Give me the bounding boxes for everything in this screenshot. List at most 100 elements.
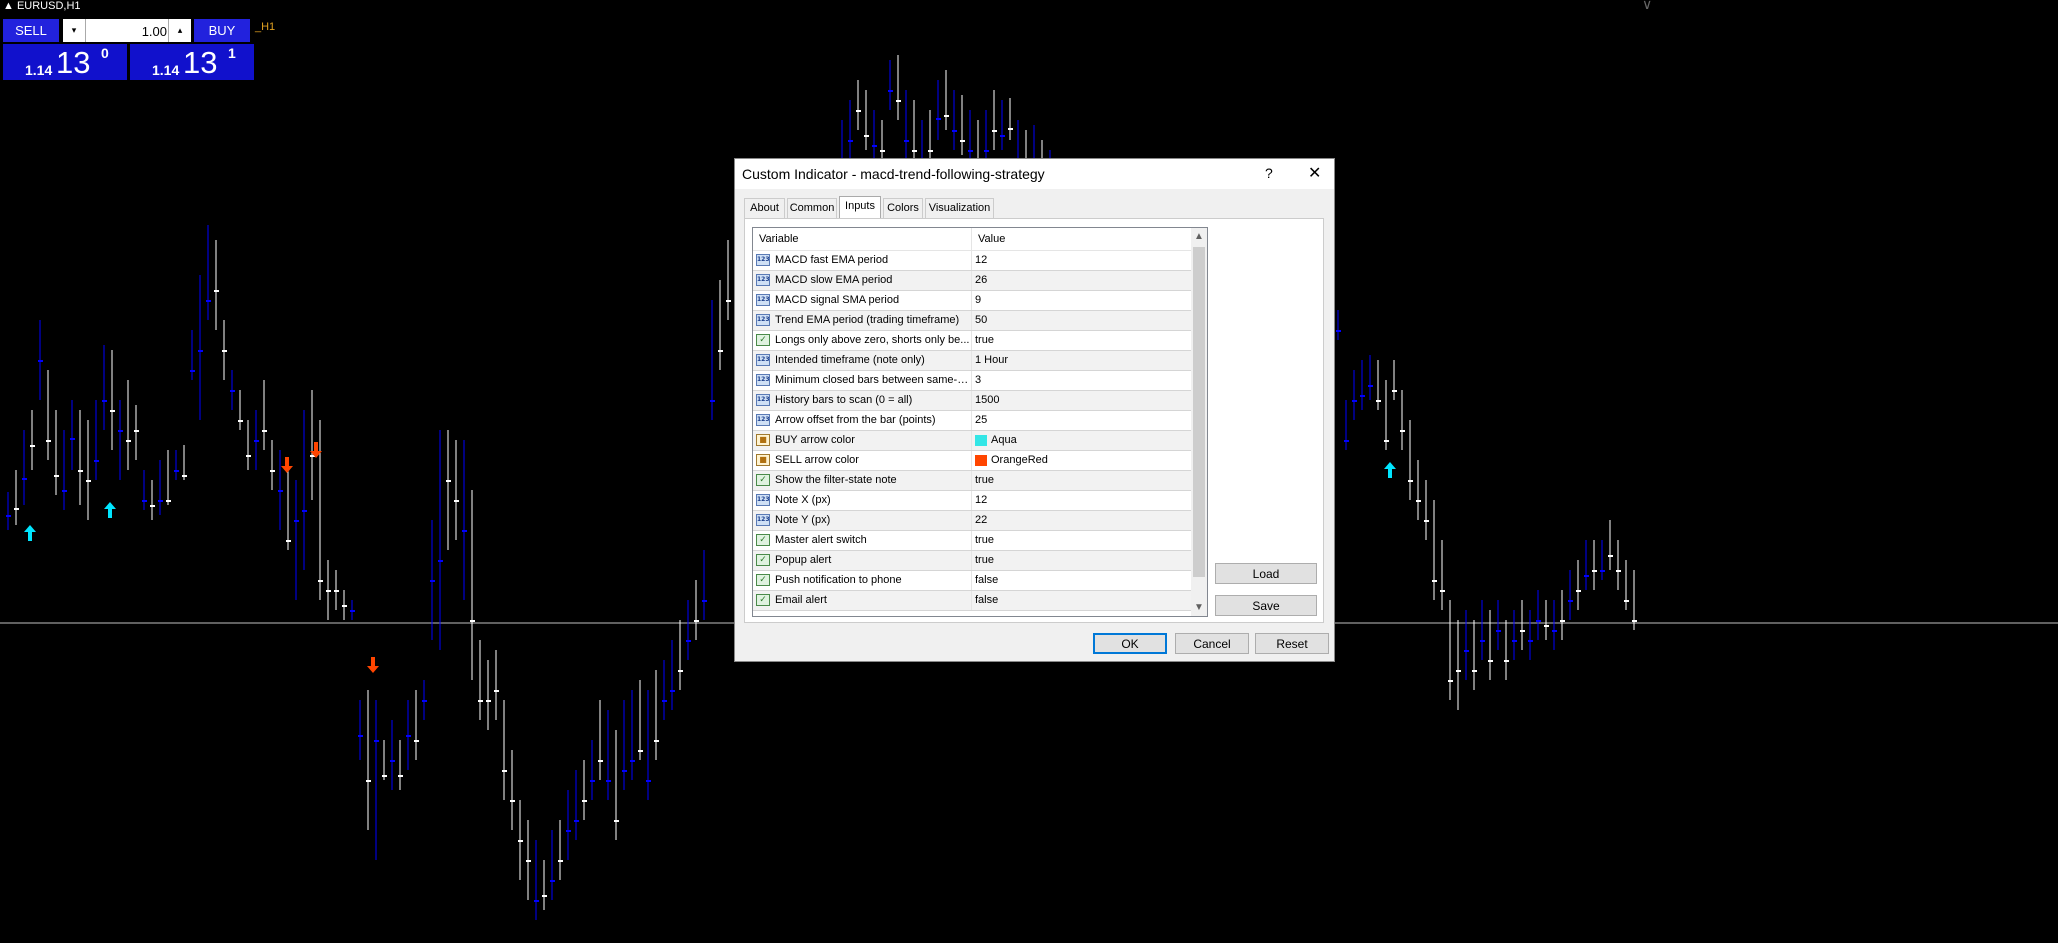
buy-button[interactable]: BUY: [194, 19, 250, 42]
input-row[interactable]: 123 Minimum closed bars between same-si..…: [753, 371, 1191, 391]
close-icon[interactable]: ✕: [1308, 163, 1321, 183]
column-divider: [971, 571, 972, 590]
save-button[interactable]: Save: [1215, 595, 1317, 616]
bearish-candle: [294, 520, 299, 522]
tab-common[interactable]: Common: [787, 198, 837, 218]
bool-param-icon: ✓: [756, 534, 770, 546]
input-value[interactable]: 26: [975, 271, 987, 290]
input-value[interactable]: true: [975, 471, 994, 490]
help-icon[interactable]: ?: [1265, 165, 1273, 181]
input-value[interactable]: false: [975, 571, 998, 590]
cancel-button[interactable]: Cancel: [1175, 633, 1249, 654]
input-row[interactable]: ✓ Show the filter-state note true: [753, 471, 1191, 491]
chart-menu-icon[interactable]: ▲: [3, 0, 17, 12]
column-divider: [971, 411, 972, 430]
input-value[interactable]: 22: [975, 511, 987, 530]
grid-scrollbar[interactable]: ▲ ▼: [1191, 228, 1207, 616]
input-value[interactable]: true: [975, 551, 994, 570]
input-row[interactable]: 123 Intended timeframe (note only) 1 Hour: [753, 351, 1191, 371]
bullish-candle: [864, 135, 869, 137]
input-row[interactable]: ✓ Email alert false: [753, 591, 1191, 611]
tab-visualization[interactable]: Visualization: [925, 198, 994, 218]
bullish-candle: [510, 800, 515, 802]
input-value[interactable]: 1500: [975, 391, 999, 410]
header-variable[interactable]: Variable: [753, 228, 972, 250]
custom-indicator-dialog: Custom Indicator - macd-trend-following-…: [734, 158, 1335, 662]
tab-colors[interactable]: Colors: [883, 198, 923, 218]
bearish-candle: [1536, 620, 1541, 622]
input-value[interactable]: true: [975, 531, 994, 550]
input-value[interactable]: true: [975, 331, 994, 350]
input-row[interactable]: ✓ Longs only above zero, shorts only be..…: [753, 331, 1191, 351]
input-value[interactable]: 1 Hour: [975, 351, 1008, 370]
input-value[interactable]: 50: [975, 311, 987, 330]
sell-button[interactable]: SELL: [3, 19, 59, 42]
bearish-candle: [590, 780, 595, 782]
input-row[interactable]: 123 History bars to scan (0 = all) 1500: [753, 391, 1191, 411]
bullish-candle: [1576, 590, 1581, 592]
input-row[interactable]: 123 MACD slow EMA period 26: [753, 271, 1191, 291]
bid-point: 0: [101, 45, 109, 61]
input-value[interactable]: 12: [975, 491, 987, 510]
bearish-candle: [670, 690, 675, 692]
scroll-thumb[interactable]: [1193, 247, 1205, 577]
bullish-candle: [1520, 630, 1525, 632]
scroll-down-icon[interactable]: ▼: [1191, 599, 1207, 616]
input-variable-name: Note Y (px): [775, 514, 831, 526]
input-row[interactable]: 123 MACD signal SMA period 9: [753, 291, 1191, 311]
input-value[interactable]: OrangeRed: [991, 451, 1048, 470]
column-divider: [971, 391, 972, 410]
ok-button[interactable]: OK: [1093, 633, 1167, 654]
chevron-down-icon[interactable]: ∨: [1642, 0, 1652, 13]
input-row[interactable]: 123 Arrow offset from the bar (points) 25: [753, 411, 1191, 431]
input-variable-name: History bars to scan (0 = all): [775, 394, 913, 406]
lot-increase-icon[interactable]: ▴: [168, 19, 191, 42]
header-value[interactable]: Value: [972, 228, 1191, 250]
lot-size-input[interactable]: [87, 21, 169, 41]
bool-param-icon: ✓: [756, 574, 770, 586]
bullish-candle: [110, 410, 115, 412]
input-row[interactable]: 123 Trend EMA period (trading timeframe) 5…: [753, 311, 1191, 331]
input-row[interactable]: ✓ Popup alert true: [753, 551, 1191, 571]
bearish-candle: [606, 780, 611, 782]
lot-decrease-icon[interactable]: ▾: [63, 19, 86, 42]
bullish-candle: [614, 820, 619, 822]
input-value[interactable]: false: [975, 591, 998, 610]
bullish-candle: [334, 590, 339, 592]
scroll-up-icon[interactable]: ▲: [1191, 228, 1207, 245]
bullish-candle: [30, 445, 35, 447]
input-variable-name: Trend EMA period (trading timeframe): [775, 314, 960, 326]
input-value[interactable]: 3: [975, 371, 981, 390]
input-value[interactable]: 25: [975, 411, 987, 430]
input-row[interactable]: ✓ Push notification to phone false: [753, 571, 1191, 591]
int-param-icon: 123: [756, 294, 770, 306]
dialog-titlebar[interactable]: Custom Indicator - macd-trend-following-…: [735, 159, 1334, 189]
input-variable-name: SELL arrow color: [775, 454, 859, 466]
tab-inputs[interactable]: Inputs: [839, 196, 881, 219]
input-row[interactable]: 123 Note X (px) 12: [753, 491, 1191, 511]
input-value[interactable]: Aqua: [991, 431, 1017, 450]
input-row[interactable]: ■ SELL arrow color OrangeRed: [753, 451, 1191, 471]
bullish-candle: [944, 115, 949, 117]
bid-price[interactable]: 1.14 13 0: [3, 44, 127, 80]
input-row[interactable]: ✓ Master alert switch true: [753, 531, 1191, 551]
input-row[interactable]: 123 MACD fast EMA period 12: [753, 251, 1191, 271]
load-button[interactable]: Load: [1215, 563, 1317, 584]
input-value[interactable]: 12: [975, 251, 987, 270]
buy-arrow-icon: [24, 525, 36, 541]
input-value[interactable]: 9: [975, 291, 981, 310]
bullish-candle: [286, 540, 291, 542]
bearish-candle: [38, 360, 43, 362]
bullish-candle: [382, 775, 387, 777]
bullish-candle: [342, 605, 347, 607]
reset-button[interactable]: Reset: [1255, 633, 1329, 654]
bearish-candle: [206, 300, 211, 302]
column-divider: [971, 311, 972, 330]
tab-about[interactable]: About: [744, 198, 785, 218]
input-row[interactable]: 123 Note Y (px) 22: [753, 511, 1191, 531]
bearish-candle: [70, 438, 75, 440]
input-row[interactable]: ■ BUY arrow color Aqua: [753, 431, 1191, 451]
ask-price[interactable]: 1.14 13 1: [130, 44, 254, 80]
bullish-candle: [86, 480, 91, 482]
bearish-candle: [872, 145, 877, 147]
